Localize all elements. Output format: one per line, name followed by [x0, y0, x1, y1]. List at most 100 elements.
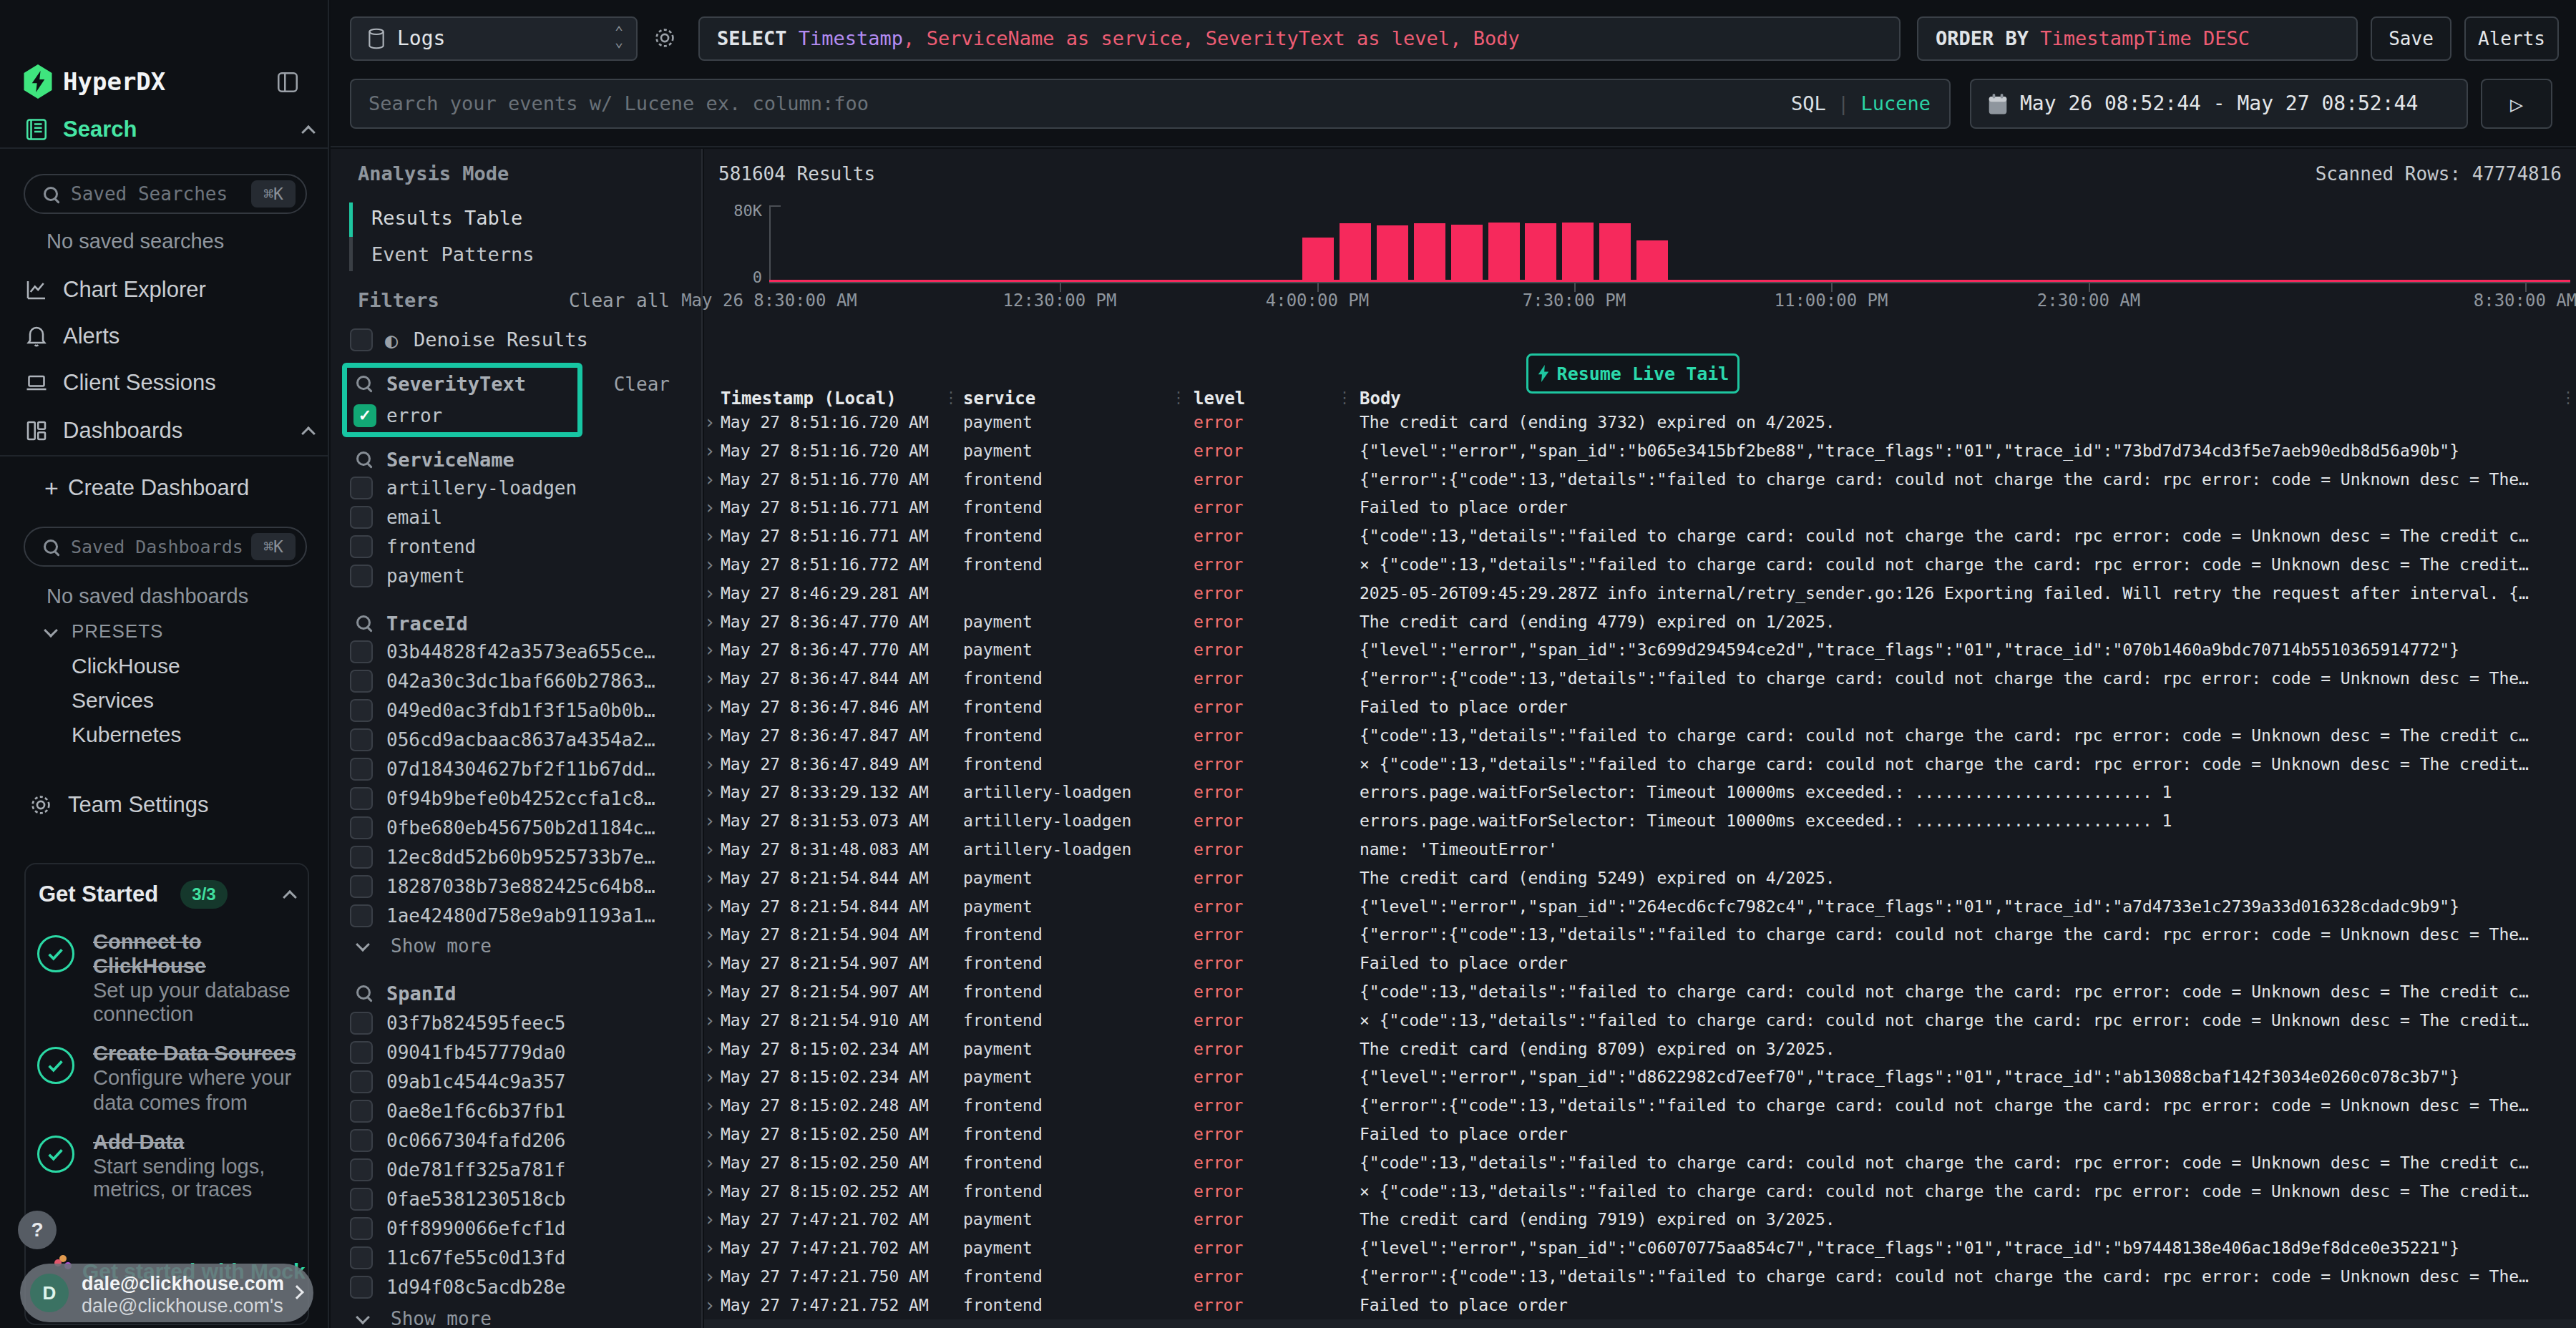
get-started-item-desc: data comes from — [93, 1089, 248, 1117]
traceid-checkbox[interactable] — [350, 846, 373, 869]
traceid-item[interactable]: 1ae42480d758e9ab91193a1… — [386, 904, 655, 929]
servicename-item[interactable]: payment — [386, 564, 465, 589]
sidebar-item-client-sessions[interactable]: Client Sessions — [63, 368, 216, 398]
spanid-checkbox[interactable] — [350, 1070, 373, 1093]
col-header-service[interactable]: service — [963, 387, 1035, 410]
sidebar-item-preset-kubernetes[interactable]: Kubernetes — [72, 720, 181, 749]
col-header-level[interactable]: level — [1194, 387, 1245, 410]
traceid-checkbox[interactable] — [350, 816, 373, 839]
spanid-item[interactable]: 0fae5381230518cb — [386, 1187, 565, 1212]
spanid-checkbox[interactable] — [350, 1100, 373, 1123]
mode-accent-rest — [349, 237, 353, 271]
lang-sql[interactable]: SQL — [1791, 92, 1826, 114]
sidebar-item-alerts[interactable]: Alerts — [63, 321, 119, 351]
servicename-checkbox[interactable] — [350, 565, 373, 587]
traceid-item[interactable]: 12ec8dd52b60b9525733b7e… — [386, 845, 655, 870]
traceid-checkbox[interactable] — [350, 758, 373, 781]
spanid-item[interactable]: 0ff8990066efcf1d — [386, 1216, 565, 1241]
gear-icon[interactable] — [651, 24, 678, 52]
horizontal-scrollbar[interactable] — [704, 1319, 2576, 1328]
spanid-checkbox[interactable] — [350, 1158, 373, 1181]
lucene-search-input[interactable]: Search your events w/ Lucene ex. column:… — [350, 79, 1951, 129]
saved-dashboards-input[interactable]: Saved Dashboards⌘K — [24, 527, 307, 567]
resume-live-tail-label: Resume Live Tail — [1557, 363, 1729, 384]
denoise-label[interactable]: Denoise Results — [414, 327, 588, 353]
traceid-show-more[interactable]: Show more — [391, 934, 492, 959]
run-query-button[interactable]: ▷ — [2481, 79, 2552, 129]
servicename-item[interactable]: artillery-loadgen — [386, 476, 577, 501]
traceid-checkbox[interactable] — [350, 640, 373, 663]
spanid-show-more[interactable]: Show more — [391, 1307, 492, 1328]
sidebar-item-preset-services[interactable]: Services — [72, 685, 154, 715]
spanid-checkbox[interactable] — [350, 1217, 373, 1240]
traceid-item[interactable]: 03b44828f42a3573ea655ce… — [386, 640, 655, 665]
spanid-item[interactable]: 1d94f08c5acdb28e — [386, 1275, 565, 1300]
traceid-checkbox[interactable] — [350, 904, 373, 927]
chart-explorer-icon — [24, 277, 49, 303]
mode-results-table[interactable]: Results Table — [371, 205, 522, 231]
resume-live-tail-button[interactable]: Resume Live Tail — [1526, 353, 1740, 394]
sidebar-item-team-settings[interactable]: Team Settings — [68, 790, 208, 820]
servicename-item[interactable]: email — [386, 505, 442, 530]
servicename-checkbox[interactable] — [350, 535, 373, 558]
lang-toggle[interactable]: SQL | Lucene — [1791, 80, 1931, 127]
sidebar-divider-1 — [0, 147, 329, 149]
source-select[interactable]: Logs⌃⌄ — [350, 16, 638, 61]
panel-toggle-icon[interactable] — [275, 69, 301, 96]
col-header-body[interactable]: Body — [1360, 387, 1401, 410]
traceid-checkbox[interactable] — [350, 875, 373, 898]
spanid-checkbox[interactable] — [350, 1246, 373, 1269]
spanid-item[interactable]: 09041fb457779da0 — [386, 1040, 565, 1065]
spanid-checkbox[interactable] — [350, 1188, 373, 1211]
sidebar-item-chart-explorer[interactable]: Chart Explorer — [63, 275, 206, 305]
traceid-checkbox[interactable] — [350, 670, 373, 693]
spanid-item[interactable]: 11c67fe55c0d13fd — [386, 1246, 565, 1271]
sidebar-item-dashboards[interactable]: Dashboards — [63, 416, 182, 446]
lang-lucene[interactable]: Lucene — [1860, 92, 1931, 114]
traceid-checkbox[interactable] — [350, 699, 373, 722]
spanid-item[interactable]: 09ab1c4544c9a357 — [386, 1070, 565, 1095]
traceid-item[interactable]: 07d184304627bf2f11b67dd… — [386, 757, 655, 782]
servicename-item[interactable]: frontend — [386, 534, 476, 560]
servicename-checkbox[interactable] — [350, 506, 373, 529]
denoise-checkbox[interactable] — [350, 328, 373, 351]
spanid-checkbox[interactable] — [350, 1012, 373, 1035]
spanid-item[interactable]: 03f7b824595feec5 — [386, 1011, 565, 1036]
sidebar-item-preset-clickhouse[interactable]: ClickHouse — [72, 651, 180, 680]
traceid-item[interactable]: 042a30c3dc1baf660b27863… — [386, 669, 655, 694]
traceid-checkbox[interactable] — [350, 728, 373, 751]
spanid-checkbox[interactable] — [350, 1041, 373, 1064]
spanid-checkbox[interactable] — [350, 1129, 373, 1152]
traceid-item[interactable]: 056cd9acbaac8637a4354a2… — [386, 728, 655, 753]
denoise-icon: ◐ — [385, 326, 398, 355]
servicename-checkbox[interactable] — [350, 477, 373, 499]
traceid-item[interactable]: 0f94b9befe0b4252ccfa1c8… — [386, 786, 655, 811]
order-by-keyword: ORDER BY — [1936, 27, 2040, 49]
search-nav-icon — [24, 117, 49, 142]
spanid-item[interactable]: 0de781ff325a781f — [386, 1158, 565, 1183]
spanid-item[interactable]: 0ae8e1f6c6b37fb1 — [386, 1099, 565, 1124]
sql-select-input[interactable]: SELECT Timestamp, ServiceName as service… — [698, 16, 1901, 61]
search-icon — [44, 540, 58, 554]
alerts-button[interactable]: Alerts — [2464, 16, 2559, 61]
spanid-checkbox[interactable] — [350, 1276, 373, 1299]
sidebar-item-search[interactable]: Search — [63, 114, 137, 145]
severitytext-checkbox-checked[interactable]: ✓ — [353, 404, 376, 427]
saved-searches-input[interactable]: Saved Searches⌘K — [24, 174, 307, 214]
save-button[interactable]: Save — [2371, 16, 2451, 61]
traceid-item[interactable]: 18287038b73e882425c64b8… — [386, 874, 655, 899]
order-by-input[interactable]: ORDER BY TimestampTime DESC — [1917, 16, 2358, 61]
filters-label: Filters — [358, 288, 439, 313]
date-range-picker[interactable]: May 26 08:52:44 - May 27 08:52:44 — [1970, 79, 2468, 129]
clear-severity-button[interactable]: Clear — [565, 372, 670, 397]
col-header-timestamp[interactable]: Timestamp (Local) — [721, 387, 897, 410]
mode-event-patterns[interactable]: Event Patterns — [371, 242, 535, 268]
traceid-checkbox[interactable] — [350, 787, 373, 810]
user-menu[interactable]: Ddale@clickhouse.comdale@clickhouse.com'… — [20, 1264, 313, 1322]
traceid-item[interactable]: 049ed0ac3fdb1f3f15a0b0b… — [386, 698, 655, 723]
severitytext-item[interactable]: error — [386, 404, 442, 429]
spanid-item[interactable]: 0c0667304fafd206 — [386, 1128, 565, 1153]
help-button[interactable]: ? — [18, 1211, 57, 1249]
create-dashboard-button[interactable]: Create Dashboard — [68, 473, 249, 503]
traceid-item[interactable]: 0fbe680eb456750b2d1184c… — [386, 816, 655, 841]
